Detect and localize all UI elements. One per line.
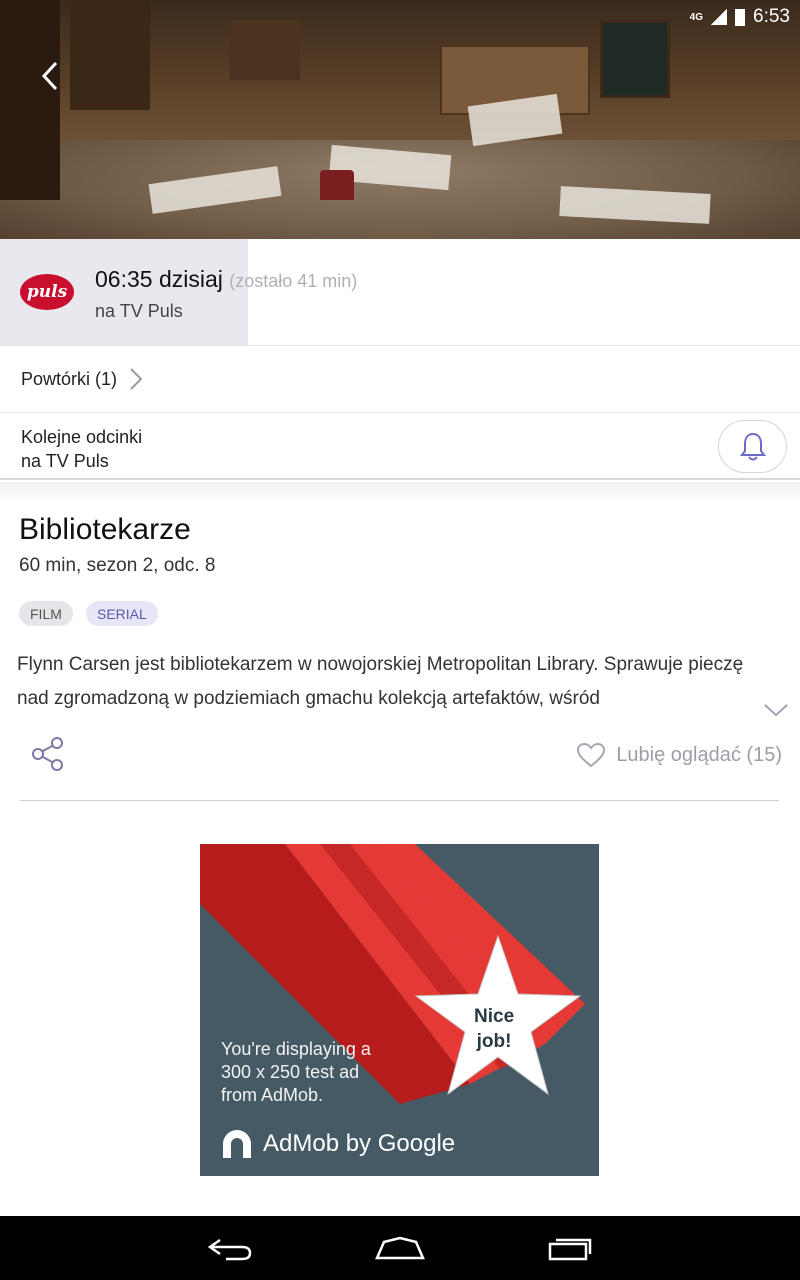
back-nav-icon[interactable] xyxy=(206,1234,254,1262)
section-shade xyxy=(0,482,800,502)
repeats-row[interactable]: Powtórki (1) xyxy=(0,346,800,413)
air-time: 06:35 dzisiaj (zostało 41 min) xyxy=(95,266,357,293)
show-description: Flynn Carsen jest bibliotekarzem w nowoj… xyxy=(17,654,744,709)
status-bar: 4G 6:53 xyxy=(690,0,800,34)
chevron-right-icon xyxy=(130,368,143,390)
chevron-down-icon xyxy=(764,704,788,717)
heart-icon xyxy=(577,742,606,768)
next-episodes-row: Kolejne odcinki na TV Puls xyxy=(0,413,800,480)
recents-nav-icon[interactable] xyxy=(546,1234,594,1262)
back-button[interactable] xyxy=(30,56,70,96)
channel-logo: puls xyxy=(20,274,74,310)
test-ad-banner[interactable]: Nice job! You're displaying a 300 x 250 … xyxy=(200,844,599,1176)
expand-description-button[interactable] xyxy=(762,700,790,720)
ad-star-label: Nice job! xyxy=(474,1006,515,1052)
ad-brand: AdMob by Google xyxy=(219,1126,455,1162)
like-button[interactable]: Lubię oglądać (15) xyxy=(576,742,782,768)
reminder-button[interactable] xyxy=(718,420,787,473)
ad-description: You're displaying a 300 x 250 test ad fr… xyxy=(221,1039,371,1105)
hero-image xyxy=(0,0,800,239)
ad-brand-label: AdMob by Google xyxy=(263,1130,456,1157)
share-button[interactable] xyxy=(30,736,66,772)
divider xyxy=(20,800,779,801)
air-channel: na TV Puls xyxy=(95,301,183,321)
bell-icon xyxy=(739,432,766,460)
air-time-row: puls 06:35 dzisiaj (zostało 41 min) na T… xyxy=(0,239,800,346)
network-type: 4G xyxy=(689,11,704,23)
show-title: Bibliotekarze xyxy=(19,513,191,546)
home-nav-icon[interactable] xyxy=(374,1234,426,1262)
signal-icon xyxy=(711,9,728,25)
share-icon xyxy=(32,737,63,771)
repeats-label: Powtórki (1) xyxy=(21,368,118,389)
admob-logo-icon xyxy=(223,1130,251,1158)
like-label: Lubię oglądać (15) xyxy=(616,743,782,766)
air-time-text: 06:35 dzisiaj xyxy=(95,266,223,292)
next-episodes-label: Kolejne odcinki na TV Puls xyxy=(21,427,143,471)
clock: 6:53 xyxy=(753,6,790,27)
air-remaining: (zostało 41 min) xyxy=(229,271,358,291)
show-meta: 60 min, sezon 2, odc. 8 xyxy=(19,555,216,576)
tag-film[interactable]: FILM xyxy=(19,601,73,626)
system-nav-bar xyxy=(0,1216,800,1280)
battery-icon xyxy=(735,8,746,26)
chevron-left-icon xyxy=(41,61,58,91)
tag-serial[interactable]: SERIAL xyxy=(86,601,158,626)
